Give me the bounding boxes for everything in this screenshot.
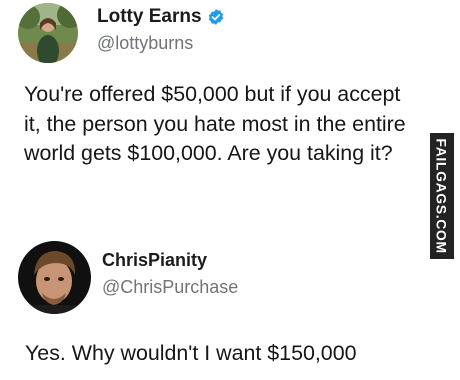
author-names: Lotty Earns @lottyburns bbox=[97, 6, 225, 54]
reply-text: Yes. Why wouldn't I want $150,000 bbox=[25, 341, 357, 365]
verified-badge-icon bbox=[207, 8, 225, 26]
avatar[interactable] bbox=[18, 240, 91, 314]
author-display-name[interactable]: ChrisPianity bbox=[102, 249, 238, 271]
reply-author-header: ChrisPianity @ChrisPurchase bbox=[18, 237, 238, 317]
watermark-text: FAILGAGS.COM bbox=[434, 138, 450, 254]
author-display-name[interactable]: Lotty Earns bbox=[97, 6, 202, 28]
tweet-author-header: Lotty Earns @lottyburns bbox=[18, 0, 225, 66]
tweet-text: You're offered $50,000 but if you accept… bbox=[24, 82, 406, 165]
person-outdoors-avatar-icon bbox=[18, 3, 78, 63]
man-portrait-avatar-icon bbox=[18, 240, 91, 314]
author-handle[interactable]: @lottyburns bbox=[97, 32, 225, 54]
author-handle[interactable]: @ChrisPurchase bbox=[102, 276, 238, 298]
avatar[interactable] bbox=[18, 3, 78, 63]
author-names: ChrisPianity @ChrisPurchase bbox=[102, 249, 238, 298]
watermark: FAILGAGS.COM bbox=[430, 133, 454, 259]
name-row: Lotty Earns bbox=[97, 6, 225, 28]
